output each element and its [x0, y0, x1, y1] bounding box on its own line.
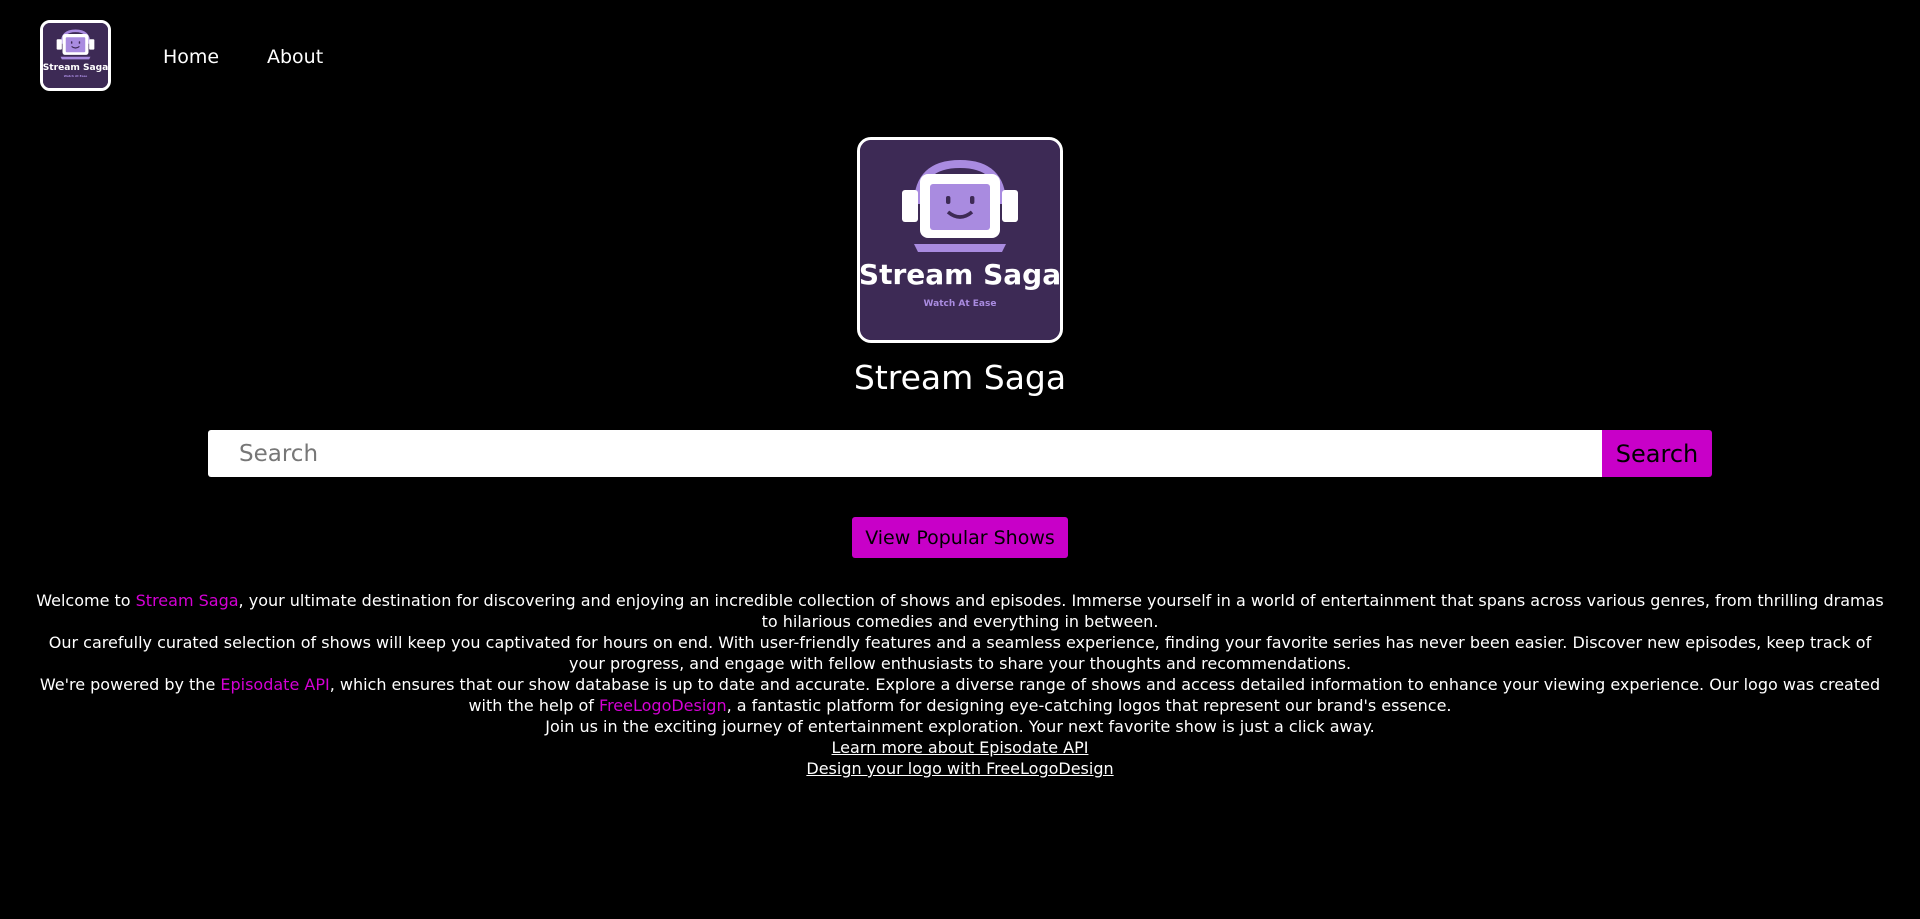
nav-logo-tagline: Watch At Ease [64, 74, 88, 78]
nav-about-link[interactable]: About [267, 45, 323, 69]
hero-logo: Stream Saga Watch At Ease [857, 137, 1063, 343]
about-link-row: Design your logo with FreeLogoDesign [30, 758, 1890, 779]
about-paragraph-powered: We're powered by the Episodate API, whic… [30, 674, 1890, 716]
about-section: Welcome to Stream Saga, your ultimate de… [30, 590, 1890, 779]
stream-saga-logo-icon: Stream Saga Watch At Ease [43, 23, 108, 88]
search-form: Search [208, 430, 1712, 477]
nav-home-link[interactable]: Home [163, 45, 219, 69]
about-link-row: Learn more about Episodate API [30, 737, 1890, 758]
learn-more-episodate-link[interactable]: Learn more about Episodate API [832, 737, 1089, 758]
design-logo-freelogodesign-link[interactable]: Design your logo with FreeLogoDesign [806, 758, 1113, 779]
episodate-api-link[interactable]: Episodate API [220, 675, 329, 694]
nav-logo-name: Stream Saga [43, 63, 108, 73]
view-popular-shows-button[interactable]: View Popular Shows [852, 517, 1068, 558]
nav-logo[interactable]: Stream Saga Watch At Ease [40, 20, 111, 91]
hero-logo-name: Stream Saga [860, 258, 1060, 291]
hero-logo-tagline: Watch At Ease [924, 299, 997, 309]
about-text: Welcome to [36, 591, 136, 610]
about-text: , a fantastic platform for designing eye… [726, 696, 1452, 715]
stream-saga-link[interactable]: Stream Saga [136, 591, 239, 610]
about-text: , your ultimate destination for discover… [238, 591, 1884, 631]
about-paragraph-join: Join us in the exciting journey of enter… [545, 717, 1375, 736]
stream-saga-logo-icon: Stream Saga Watch At Ease [860, 140, 1060, 340]
freelogodesign-link[interactable]: FreeLogoDesign [599, 696, 727, 715]
search-button[interactable]: Search [1602, 430, 1712, 477]
about-paragraph-selection: Our carefully curated selection of shows… [48, 633, 1872, 673]
navbar: Stream Saga Watch At Ease Home About [0, 0, 1920, 118]
about-paragraph-welcome: Welcome to Stream Saga, your ultimate de… [30, 590, 1890, 632]
page-title: Stream Saga [853, 358, 1067, 397]
search-input[interactable] [208, 430, 1602, 477]
about-text: We're powered by the [39, 675, 221, 694]
